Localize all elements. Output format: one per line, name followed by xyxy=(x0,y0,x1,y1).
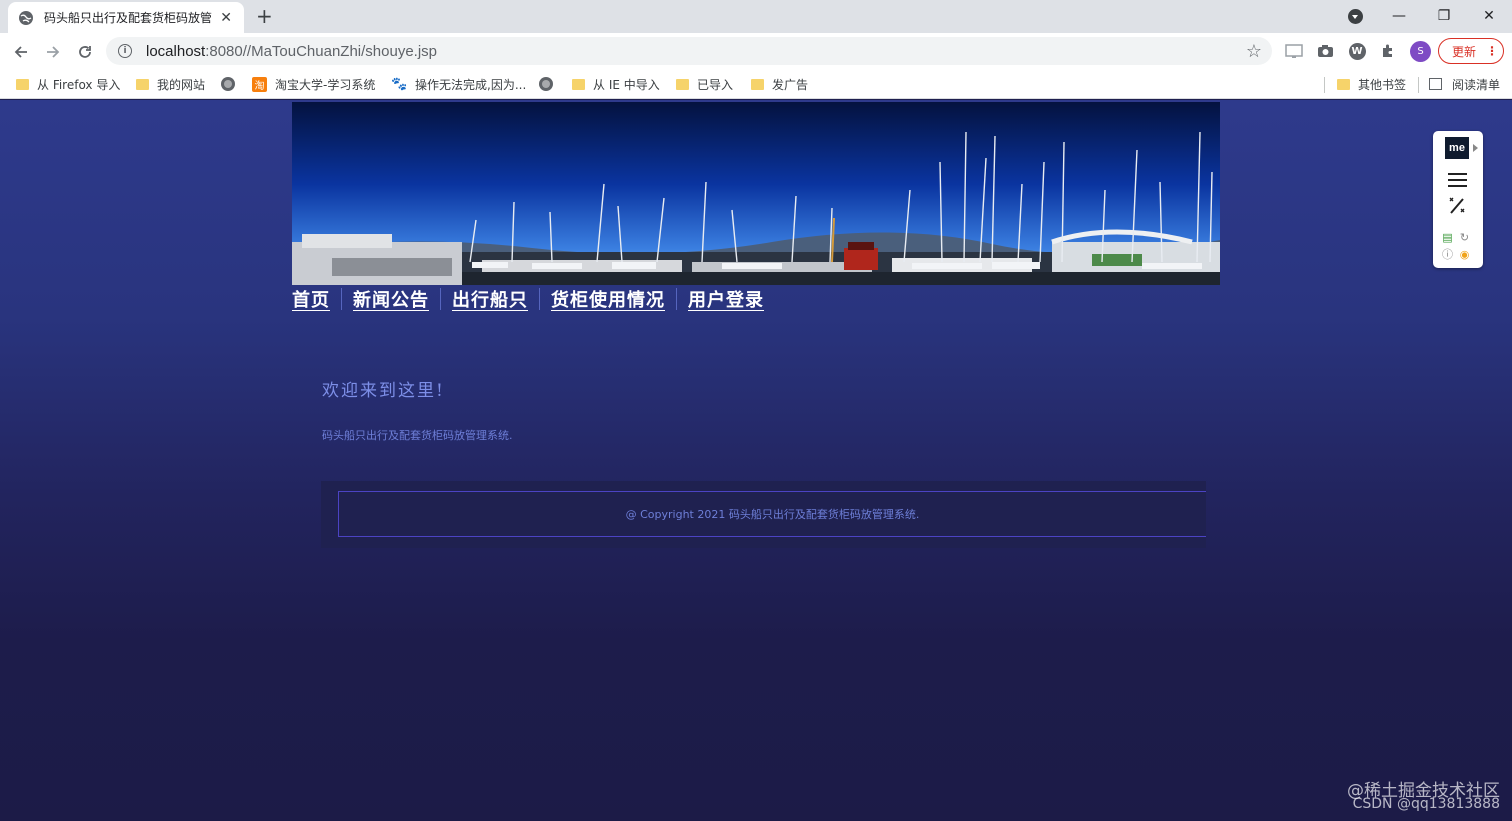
bookmark-label: 我的网站 xyxy=(157,77,206,92)
cast-icon[interactable] xyxy=(1284,41,1304,61)
bookmark-imported[interactable]: 已导入 xyxy=(676,75,733,93)
tab-close-icon[interactable]: ✕ xyxy=(218,10,234,26)
bookmark-my-site[interactable]: 我的网站 xyxy=(136,75,205,93)
folder-icon xyxy=(676,78,689,90)
bookmark-other[interactable]: 其他书签 xyxy=(1337,75,1406,93)
extension-side-widget: me ▤ ↻ ⓘ ◉ xyxy=(1433,131,1483,268)
folder-icon xyxy=(751,78,764,90)
welcome-text: 码头船只出行及配套货柜码放管理系统. xyxy=(322,429,513,442)
restore-button[interactable]: ❐ xyxy=(1421,0,1467,32)
forward-icon[interactable] xyxy=(42,41,64,63)
browser-tab[interactable]: 码头船只出行及配套货柜码放管理 ✕ xyxy=(8,2,244,33)
tab-search-icon[interactable] xyxy=(1348,9,1363,24)
warning-icon[interactable]: ⓘ xyxy=(1439,246,1456,263)
bookmarks-bar: 从 Firefox 导入 我的网站 淘淘宝大学-学习系统 🐾 操作无法完成,因为.… xyxy=(0,69,1512,99)
tab-strip: 码头船只出行及配套货柜码放管理 ✕ + — ❐ ✕ xyxy=(0,0,1512,33)
reading-list-icon xyxy=(1429,78,1442,90)
bookmark-label: 已导入 xyxy=(697,77,734,92)
globe-icon xyxy=(539,77,553,91)
magic-wand-icon[interactable] xyxy=(1447,195,1467,220)
nav-containers[interactable]: 货柜使用情况 xyxy=(551,286,665,312)
url-host: localhost xyxy=(146,42,206,60)
watermark-csdn: CSDN @qq13813888 xyxy=(1352,796,1500,812)
tab-title: 码头船只出行及配套货柜码放管理 xyxy=(44,11,213,25)
reading-list[interactable]: 阅读清单 xyxy=(1429,75,1500,93)
nav-news[interactable]: 新闻公告 xyxy=(353,286,429,312)
bookmark-operation[interactable]: 🐾 操作无法完成,因为... xyxy=(391,75,527,93)
me-logo-icon[interactable]: me xyxy=(1445,137,1469,159)
bookmark-globe-1[interactable] xyxy=(221,75,235,93)
paw-icon: 🐾 xyxy=(391,76,408,92)
bookmark-star-icon[interactable]: ☆ xyxy=(1246,41,1262,62)
expand-arrow-icon[interactable] xyxy=(1473,144,1478,152)
bookmark-ads[interactable]: 发广告 xyxy=(751,75,808,93)
widget-mini-icons: ▤ ↻ ⓘ ◉ xyxy=(1439,229,1477,263)
folder-icon xyxy=(16,78,29,90)
folder-icon xyxy=(136,78,149,90)
globe-icon xyxy=(18,10,34,26)
nav-home[interactable]: 首页 xyxy=(292,286,330,312)
bookmark-firefox-import[interactable]: 从 Firefox 导入 xyxy=(16,75,120,93)
cast-green-icon[interactable]: ▤ xyxy=(1439,229,1456,246)
harbor-banner-image xyxy=(292,102,1220,285)
url-path: :8080//MaTouChuanZhi/shouye.jsp xyxy=(205,42,438,60)
profile-avatar[interactable]: S xyxy=(1410,41,1431,62)
w-extension-icon[interactable]: W xyxy=(1347,41,1367,61)
site-info-icon[interactable]: i xyxy=(118,44,132,58)
minimize-button[interactable]: — xyxy=(1376,0,1422,32)
bookmark-taobao[interactable]: 淘淘宝大学-学习系统 xyxy=(252,75,375,93)
extensions-puzzle-icon[interactable] xyxy=(1378,41,1398,61)
bookmark-divider xyxy=(1324,77,1325,93)
reload-icon[interactable] xyxy=(74,41,96,63)
nav-divider xyxy=(539,288,540,310)
camera-icon[interactable] xyxy=(1315,41,1335,61)
bookmark-label: 其他书签 xyxy=(1358,77,1407,92)
bookmark-globe-2[interactable] xyxy=(539,75,553,93)
menu-icon[interactable] xyxy=(1448,173,1467,191)
new-tab-button[interactable]: + xyxy=(256,6,273,26)
nav-ships[interactable]: 出行船只 xyxy=(452,286,528,312)
footer: @ Copyright 2021 码头船只出行及配套货柜码放管理系统. xyxy=(321,481,1206,548)
bookmark-label: 淘宝大学-学习系统 xyxy=(275,77,376,92)
close-window-button[interactable]: ✕ xyxy=(1466,0,1512,32)
globe-icon xyxy=(221,77,235,91)
copyright-text: @ Copyright 2021 码头船只出行及配套货柜码放管理系统. xyxy=(625,508,920,521)
bookmark-divider xyxy=(1418,77,1419,93)
eye-icon[interactable]: ◉ xyxy=(1456,246,1473,263)
back-icon[interactable] xyxy=(10,41,32,63)
refresh-icon[interactable]: ↻ xyxy=(1456,229,1473,246)
welcome-title: 欢迎来到这里! xyxy=(322,381,445,401)
reading-list-label: 阅读清单 xyxy=(1452,77,1501,92)
nav-divider xyxy=(676,288,677,310)
nav-divider xyxy=(341,288,342,310)
taobao-icon: 淘 xyxy=(252,76,267,92)
browser-toolbar: i localhost:8080//MaTouChuanZhi/shouye.j… xyxy=(0,33,1512,69)
address-bar[interactable]: i localhost:8080//MaTouChuanZhi/shouye.j… xyxy=(106,37,1272,65)
update-button[interactable]: 更新 ⋮ xyxy=(1438,38,1504,64)
page-content: 首页 新闻公告 出行船只 货柜使用情况 用户登录 欢迎来到这里! 码头船只出行及… xyxy=(0,100,1512,821)
update-label: 更新 xyxy=(1452,44,1477,59)
nav-divider xyxy=(440,288,441,310)
more-menu-icon: ⋮ xyxy=(1486,44,1499,58)
bookmark-label: 从 IE 中导入 xyxy=(593,77,660,92)
folder-icon xyxy=(572,78,585,90)
footer-frame: @ Copyright 2021 码头船只出行及配套货柜码放管理系统. xyxy=(338,491,1206,537)
folder-icon xyxy=(1337,78,1350,90)
main-nav: 首页 新闻公告 出行船只 货柜使用情况 用户登录 xyxy=(292,286,764,312)
bookmark-ie-import[interactable]: 从 IE 中导入 xyxy=(572,75,660,93)
nav-login[interactable]: 用户登录 xyxy=(688,286,764,312)
bookmark-label: 从 Firefox 导入 xyxy=(37,77,121,92)
bookmark-label: 操作无法完成,因为... xyxy=(415,77,527,92)
bookmark-label: 发广告 xyxy=(772,77,809,92)
